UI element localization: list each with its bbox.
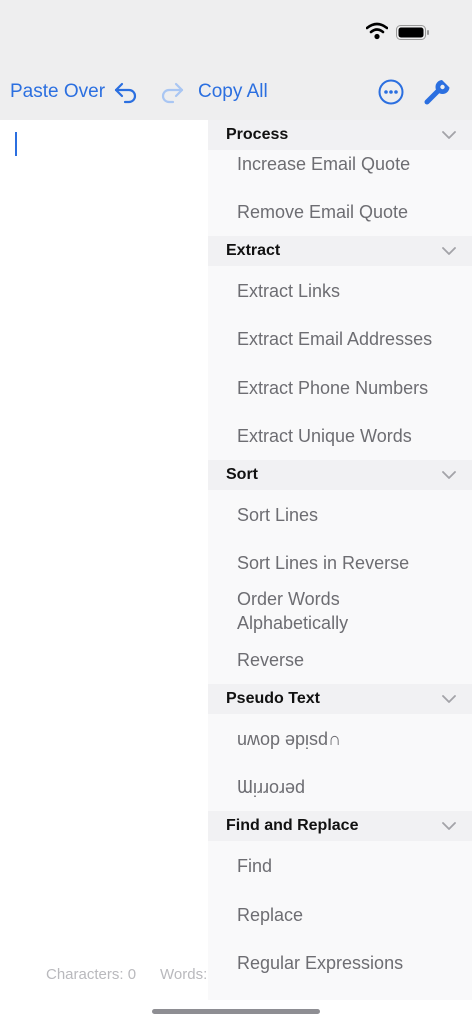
menu-item-find[interactable]: Find [237,854,462,878]
section-title: Extract [226,242,281,259]
word-count: Words: 0 [160,966,208,983]
chevron-down-icon [442,822,456,830]
ellipsis-circle-icon[interactable] [376,77,406,107]
menu-item-extract-phone-numbers[interactable]: Extract Phone Numbers [237,376,462,400]
section-title: Find and Replace [226,817,359,834]
toolbar: Paste Over Copy All [0,64,472,120]
character-count: Characters: 0 [46,966,137,983]
menu-item-replace[interactable]: Replace [237,903,462,927]
section-header-find-and-replace[interactable]: Find and Replace [208,811,472,841]
menu-item-mirrored[interactable]: Ɯᴉɹɹoɹǝd [237,775,462,799]
paste-over-button[interactable]: Paste Over [10,81,105,103]
menu-item-order-words[interactable]: Order Words Alphabetically [237,587,387,635]
wrench-icon[interactable] [423,77,453,107]
section-title: Sort [226,466,258,483]
home-indicator [152,1009,320,1014]
counts-bar: Characters: 0 Words: 0 [46,966,208,983]
status-bar [0,0,472,64]
section-title: Pseudo Text [226,690,320,707]
battery-icon [396,25,429,40]
menu-item-regular-expressions[interactable]: Regular Expressions [237,951,462,975]
section-header-extract[interactable]: Extract [208,236,472,266]
menu-item-sort-lines[interactable]: Sort Lines [237,503,462,527]
menu-item-upside-down[interactable]: uʍop ǝpᴉsd∩ [237,727,462,751]
menu-item-remove-email-quote[interactable]: Remove Email Quote [237,200,462,224]
chevron-down-icon [442,695,456,703]
menu-item-extract-email-addresses[interactable]: Extract Email Addresses [237,327,462,351]
text-caret [15,132,17,156]
section-header-pseudo-text[interactable]: Pseudo Text [208,684,472,714]
section-header-sort[interactable]: Sort [208,460,472,490]
chevron-down-icon [442,131,456,139]
menu-item-extract-unique-words[interactable]: Extract Unique Words [237,424,462,448]
section-header-process[interactable]: Process [208,120,472,150]
copy-all-button[interactable]: Copy All [198,81,268,103]
undo-arrow-icon[interactable] [110,77,140,107]
section-title: Process [226,126,289,143]
tools-panel[interactable]: Process Increase Email Quote Remove Emai… [208,120,472,1000]
chevron-down-icon [442,247,456,255]
redo-arrow-icon[interactable] [158,77,188,107]
text-editor[interactable] [0,120,208,1000]
wifi-icon [366,22,388,40]
menu-item-reverse[interactable]: Reverse [237,648,462,672]
menu-item-increase-email-quote[interactable]: Increase Email Quote [237,152,462,176]
chevron-down-icon [442,471,456,479]
menu-item-sort-lines-reverse[interactable]: Sort Lines in Reverse [237,551,462,575]
menu-item-extract-links[interactable]: Extract Links [237,279,462,303]
